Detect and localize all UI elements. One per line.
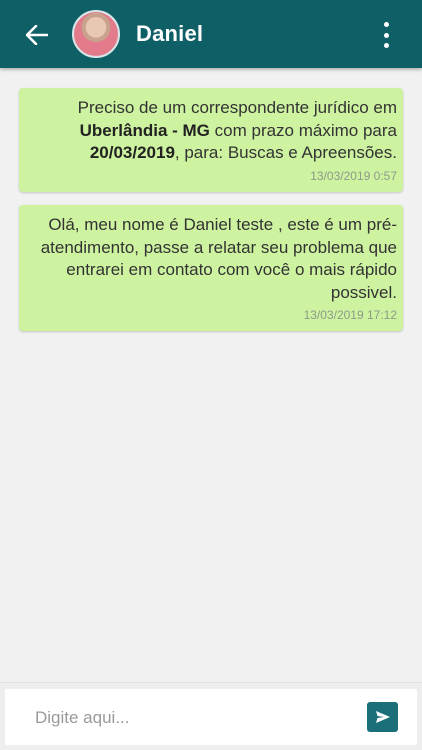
more-options-button[interactable] bbox=[376, 20, 396, 50]
message-bubble: Olá, meu nome é Daniel teste , este é um… bbox=[19, 205, 403, 331]
app-bar: Daniel bbox=[0, 0, 422, 68]
message-text: Preciso de um correspondente jurídico em… bbox=[77, 98, 397, 162]
back-button[interactable] bbox=[22, 20, 52, 50]
message-text: Olá, meu nome é Daniel teste , este é um… bbox=[40, 215, 397, 302]
send-button[interactable] bbox=[367, 702, 398, 732]
message-timestamp: 13/03/2019 0:57 bbox=[310, 168, 397, 183]
message-composer bbox=[0, 682, 422, 750]
message-timestamp: 13/03/2019 17:12 bbox=[303, 308, 397, 322]
message-bubble: Preciso de um correspondente jurídico em… bbox=[19, 88, 403, 192]
avatar[interactable] bbox=[72, 10, 120, 58]
arrow-left-icon bbox=[26, 25, 48, 45]
composer-box bbox=[5, 689, 417, 745]
message-input[interactable] bbox=[33, 705, 357, 731]
page-title: Daniel bbox=[136, 21, 204, 46]
send-icon bbox=[375, 711, 390, 723]
more-vertical-icon bbox=[383, 22, 389, 27]
